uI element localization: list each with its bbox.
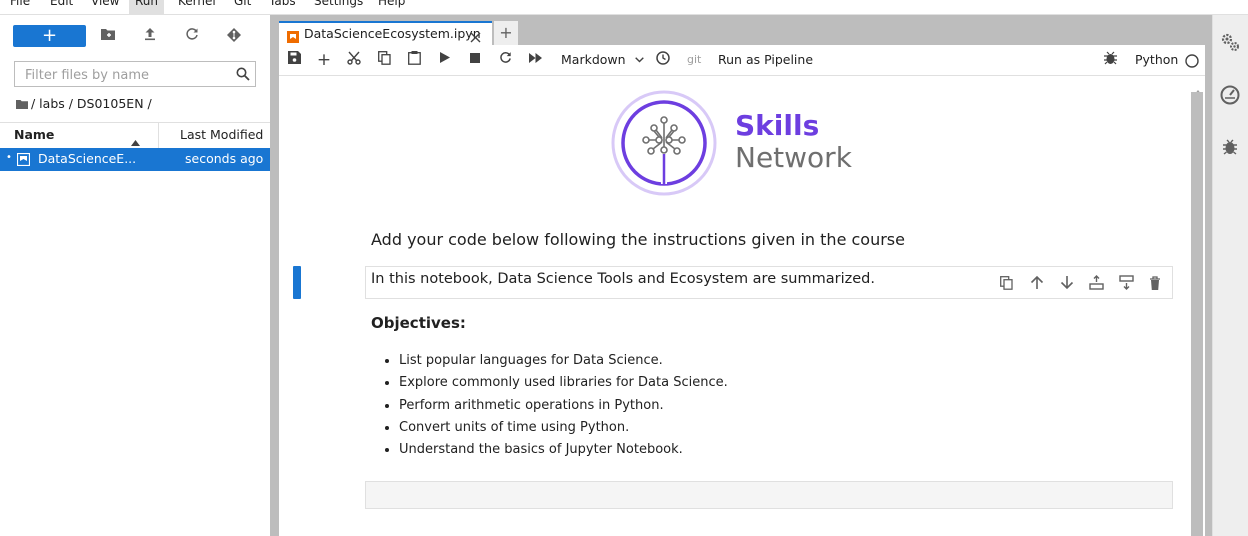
- property-inspector-icon[interactable]: [1219, 31, 1241, 53]
- file-list-item[interactable]: • DataScienceE... seconds ago: [0, 148, 270, 171]
- move-down-icon[interactable]: [1060, 275, 1076, 291]
- duplicate-cell-icon[interactable]: [1000, 275, 1016, 291]
- list-item: Convert units of time using Python.: [399, 417, 728, 439]
- menu-kernel[interactable]: Kernel: [172, 0, 222, 14]
- debugger-icon[interactable]: [1101, 51, 1119, 69]
- menu-tabs[interactable]: Tabs: [263, 0, 302, 14]
- markdown-heading: Add your code below following the instru…: [371, 230, 905, 249]
- run-as-pipeline-button[interactable]: Run as Pipeline: [718, 52, 813, 67]
- skills-network-logo: [611, 90, 717, 200]
- column-divider: [158, 123, 159, 148]
- active-markdown-cell[interactable]: In this notebook, Data Science Tools and…: [365, 266, 1173, 299]
- stop-icon[interactable]: [466, 51, 484, 69]
- list-item: Explore commonly used libraries for Data…: [399, 372, 728, 394]
- empty-code-cell[interactable]: [365, 481, 1173, 509]
- menu-run[interactable]: Run: [129, 0, 165, 14]
- skills-network-logo-icon: [611, 90, 717, 196]
- file-filter-input[interactable]: [23, 63, 227, 87]
- objectives-list: List popular languages for Data Science.…: [382, 350, 728, 461]
- breadcrumb: / labs / DS0105EN /: [16, 96, 152, 112]
- kernel-name[interactable]: Python: [1135, 52, 1178, 67]
- cell-type-select[interactable]: Markdown: [561, 52, 644, 67]
- tab-bar: DataScienceEcosystem.ipyn +: [279, 21, 519, 45]
- list-item: Understand the basics of Jupyter Noteboo…: [399, 439, 728, 461]
- breadcrumb-path[interactable]: / labs / DS0105EN /: [31, 96, 152, 111]
- file-list-header: Name Last Modified: [0, 122, 270, 149]
- restart-icon[interactable]: [496, 51, 514, 69]
- new-folder-icon[interactable]: [99, 27, 117, 45]
- tab-label: DataScienceEcosystem.ipyn: [304, 26, 481, 41]
- running-dot-icon: •: [6, 152, 12, 163]
- git-label[interactable]: git: [687, 53, 701, 66]
- refresh-icon[interactable]: [183, 27, 201, 45]
- git-clone-icon[interactable]: [225, 27, 243, 45]
- logo-network-text: Network: [735, 141, 852, 174]
- save-icon[interactable]: [285, 51, 303, 69]
- delete-icon[interactable]: [1149, 275, 1165, 291]
- insert-below-icon[interactable]: [1119, 275, 1135, 291]
- menu-help[interactable]: Help: [372, 0, 411, 14]
- kernel-status-icon: [1185, 53, 1199, 72]
- new-launcher-button[interactable]: +: [13, 25, 86, 47]
- cell-type-label: Markdown: [561, 52, 626, 67]
- logo-skills-text: Skills: [735, 109, 820, 142]
- file-browser-panel: + / labs / DS0105EN / Name Last Modified…: [0, 15, 271, 536]
- menu-settings[interactable]: Settings: [308, 0, 369, 14]
- folder-icon[interactable]: [16, 97, 28, 112]
- fast-forward-icon[interactable]: [526, 51, 544, 69]
- notebook-file-icon: [16, 152, 31, 169]
- move-up-icon[interactable]: [1030, 275, 1046, 291]
- file-modified: seconds ago: [185, 151, 264, 166]
- clock-icon[interactable]: [654, 51, 672, 69]
- file-name: DataScienceE...: [38, 151, 137, 166]
- column-name-header[interactable]: Name: [14, 127, 54, 142]
- column-modified-header[interactable]: Last Modified: [180, 127, 263, 142]
- file-filter-field[interactable]: [14, 61, 256, 87]
- menu-git[interactable]: Git: [228, 0, 257, 14]
- objectives-title: Objectives:: [371, 314, 466, 332]
- cell-text: In this notebook, Data Science Tools and…: [371, 271, 875, 287]
- menubar: File Edit View Run Kernel Git Tabs Setti…: [0, 0, 1248, 15]
- insert-cell-icon[interactable]: +: [315, 51, 333, 69]
- menu-edit[interactable]: Edit: [44, 0, 79, 14]
- chevron-down-icon: [634, 57, 644, 63]
- gauge-icon[interactable]: [1219, 83, 1241, 105]
- active-cell-indicator[interactable]: [293, 266, 301, 299]
- notebook-panel: [279, 76, 1189, 536]
- run-icon[interactable]: [436, 51, 454, 69]
- scrollbar-thumb[interactable]: [1191, 92, 1203, 536]
- tab-notebook[interactable]: DataScienceEcosystem.ipyn: [279, 21, 492, 45]
- debugger-sidebar-icon[interactable]: [1219, 136, 1241, 158]
- add-tab-button[interactable]: +: [494, 21, 518, 45]
- insert-above-icon[interactable]: [1089, 275, 1105, 291]
- right-sidebar: [1212, 15, 1248, 536]
- menu-file[interactable]: File: [4, 0, 36, 14]
- notebook-toolbar: + Markdown git Run as Pipeline Python: [279, 45, 1205, 76]
- search-icon: [236, 66, 250, 85]
- copy-icon[interactable]: [375, 51, 393, 69]
- menu-view[interactable]: View: [85, 0, 125, 14]
- list-item: Perform arithmetic operations in Python.: [399, 395, 728, 417]
- cut-icon[interactable]: [345, 51, 363, 69]
- list-item: List popular languages for Data Science.: [399, 350, 728, 372]
- paste-icon[interactable]: [405, 51, 423, 69]
- upload-icon[interactable]: [141, 27, 159, 45]
